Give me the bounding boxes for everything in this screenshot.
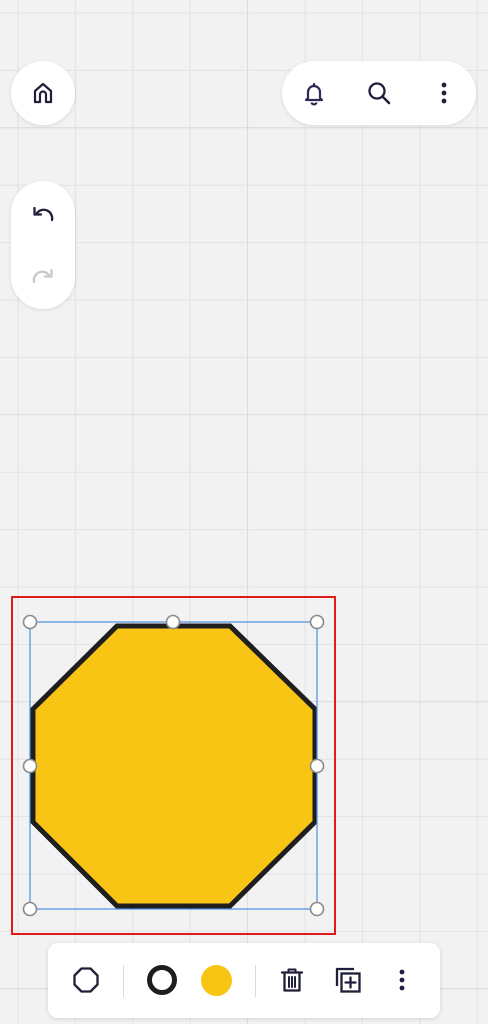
toolbar-divider xyxy=(255,965,256,997)
fill-color-button[interactable] xyxy=(194,958,238,1002)
more-vertical-icon xyxy=(399,969,405,991)
highlight-frame xyxy=(11,596,336,935)
ring-icon xyxy=(147,965,177,995)
undo-icon xyxy=(33,206,54,222)
undo-button[interactable] xyxy=(21,193,65,237)
notifications-button[interactable] xyxy=(292,71,336,115)
search-icon xyxy=(368,82,391,105)
shape-type-button[interactable] xyxy=(64,958,108,1002)
octagon-icon xyxy=(73,967,99,993)
trash-icon xyxy=(280,968,304,992)
home-button[interactable] xyxy=(21,71,65,115)
bell-icon xyxy=(304,82,324,106)
history-panel xyxy=(11,181,75,309)
more-vertical-icon xyxy=(441,82,447,104)
redo-button[interactable] xyxy=(21,255,65,299)
toolbar-divider xyxy=(123,965,124,997)
duplicate-button[interactable] xyxy=(326,958,370,1002)
duplicate-icon xyxy=(335,967,361,993)
stroke-color-button[interactable] xyxy=(140,958,184,1002)
home-icon xyxy=(33,82,53,104)
delete-button[interactable] xyxy=(270,958,314,1002)
home-panel xyxy=(11,61,75,125)
search-button[interactable] xyxy=(357,71,401,115)
circle-icon xyxy=(200,964,232,996)
redo-icon xyxy=(32,268,53,284)
more-options-button[interactable] xyxy=(422,71,466,115)
more-options-button[interactable] xyxy=(380,958,424,1002)
top-actions-panel xyxy=(282,61,476,125)
shape-context-toolbar xyxy=(48,943,440,1018)
